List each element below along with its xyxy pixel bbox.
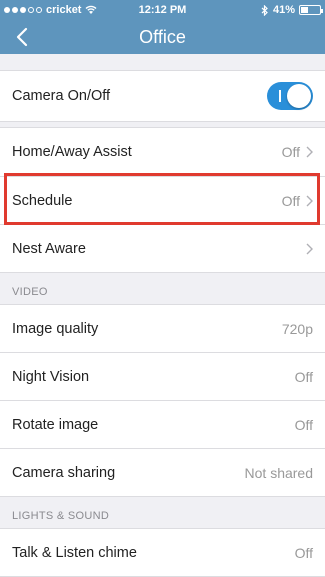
row-value: Not shared	[244, 464, 313, 481]
bluetooth-icon	[261, 4, 268, 16]
row-value: Off	[294, 368, 313, 385]
battery-icon	[299, 5, 323, 15]
row-label: Camera sharing	[12, 464, 116, 481]
schedule-row[interactable]: Schedule Off	[0, 177, 325, 225]
row-value: Off	[294, 544, 313, 561]
chevron-right-icon	[306, 195, 313, 206]
battery-fill	[301, 7, 308, 13]
section-header-lights-sound: LIGHTS & SOUND	[0, 497, 325, 529]
talk-listen-chime-row[interactable]: Talk & Listen chime Off	[0, 529, 325, 577]
toggle-on-mark	[279, 90, 281, 102]
row-label: Image quality	[12, 320, 99, 337]
status-right: 41%	[261, 4, 323, 16]
row-label: Nest Aware	[12, 240, 86, 257]
battery-percent: 41%	[272, 4, 295, 16]
row-label: Camera On/Off	[12, 88, 111, 104]
row-label: Night Vision	[12, 368, 90, 385]
nest-aware-row[interactable]: Nest Aware	[0, 225, 325, 273]
camera-onoff-row[interactable]: Camera On/Off	[0, 70, 325, 122]
settings-list: Camera On/Off Home/Away Assist Off Sched…	[0, 70, 325, 577]
camera-sharing-row[interactable]: Camera sharing Not shared	[0, 449, 325, 497]
row-label: Schedule	[12, 192, 73, 209]
page-title: Office	[139, 27, 186, 47]
row-value: 720p	[281, 320, 313, 337]
home-away-assist-row[interactable]: Home/Away Assist Off	[0, 127, 325, 177]
value-text: Off	[281, 144, 300, 160]
night-vision-row[interactable]: Night Vision Off	[0, 353, 325, 401]
section-title: LIGHTS & SOUND	[12, 510, 110, 522]
value-text: Off	[281, 192, 300, 209]
row-value: Off	[282, 144, 313, 160]
row-label: Talk & Listen chime	[12, 544, 137, 561]
chevron-right-icon	[306, 243, 313, 254]
status-bar: cricket 12:12 PM 41%	[0, 0, 325, 20]
section-header-video: VIDEO	[0, 273, 325, 305]
image-quality-row[interactable]: Image quality 720p	[0, 305, 325, 353]
camera-toggle[interactable]	[267, 82, 313, 110]
row-value: Off	[294, 416, 313, 433]
row-label: Rotate image	[12, 416, 99, 433]
row-value	[306, 243, 313, 255]
row-label: Home/Away Assist	[12, 144, 132, 160]
rotate-image-row[interactable]: Rotate image Off	[0, 401, 325, 449]
screen: cricket 12:12 PM 41% Office Camera On/Of…	[0, 0, 325, 577]
nav-bar: Office	[0, 20, 325, 54]
chevron-right-icon	[306, 146, 313, 158]
row-value: Off	[282, 193, 313, 209]
section-title: VIDEO	[12, 286, 48, 298]
toggle-knob	[287, 84, 311, 108]
